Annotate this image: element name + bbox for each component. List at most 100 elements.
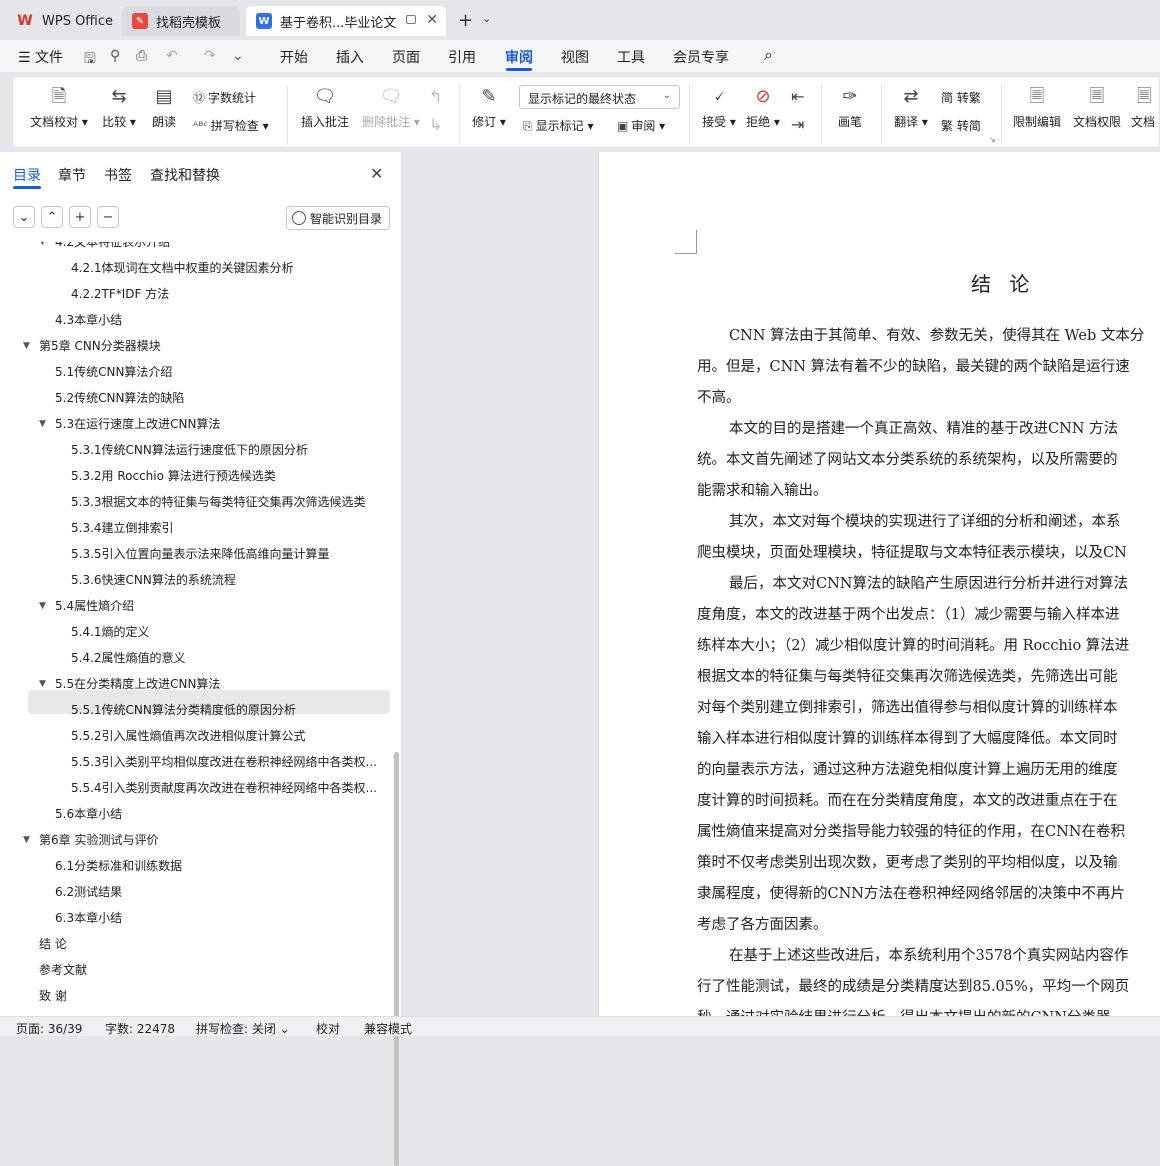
- expand-triangle-icon[interactable]: ▼: [39, 242, 46, 254]
- expand-all-button[interactable]: ⌄: [13, 206, 35, 228]
- tab-bookmarks[interactable]: 书签: [104, 165, 132, 185]
- menu-references[interactable]: 引用: [448, 47, 476, 67]
- to-traditional-button[interactable]: 简 转繁: [941, 89, 981, 106]
- print-preview-icon[interactable]: ⎙: [136, 48, 147, 64]
- show-markup-button[interactable]: ⎘ 显示标记 ▾: [523, 117, 593, 134]
- next-change-icon[interactable]: ⇥: [791, 115, 804, 134]
- toc-item[interactable]: 5.5.4引入类别贡献度再次改进在卷积神经网络中各类权...: [71, 776, 386, 800]
- toc-item[interactable]: 5.3.4建立倒排索引: [71, 516, 386, 540]
- delete-comment-button[interactable]: 🗨 删除批注 ▾: [359, 85, 423, 130]
- close-icon[interactable]: ✕: [370, 164, 383, 183]
- menu-review[interactable]: 审阅: [505, 47, 533, 67]
- tab-chapters[interactable]: 章节: [58, 165, 86, 185]
- toc-item[interactable]: 5.5.3引入类别平均相似度改进在卷积神经网络中各类权...: [71, 750, 386, 774]
- toc-item[interactable]: ▼ 第5章 CNN分类器模块: [23, 334, 386, 358]
- toc-item[interactable]: 6.2测试结果: [55, 880, 386, 904]
- new-tab-icon[interactable]: +: [458, 10, 473, 31]
- toc-item[interactable]: 6.3本章小结: [55, 906, 386, 930]
- toc-item[interactable]: 6.1分类标准和训练数据: [55, 854, 386, 878]
- toc-item[interactable]: ▼ 5.5在分类精度上改进CNN算法: [39, 672, 386, 696]
- menu-file[interactable]: ☰ 文件: [18, 47, 63, 67]
- word-count-button[interactable]: ⑫ 字数统计: [193, 89, 256, 106]
- document-page[interactable]: 结 论 CNN 算法由于其简单、有效、参数无关，使得其在 Web 文本分 用。但是…: [598, 152, 1160, 1016]
- toc-item[interactable]: 5.3.6快速CNN算法的系统流程: [71, 568, 386, 592]
- markup-state-select[interactable]: 显示标记的最终状态 ⌄: [519, 85, 680, 109]
- review-pane-button[interactable]: ▣ 审阅 ▾: [617, 117, 665, 134]
- word-count-indicator[interactable]: 字数: 22478: [105, 1020, 175, 1037]
- toc-item[interactable]: 4.3本章小结: [55, 308, 386, 332]
- doc-permission-button[interactable]: 🗏 文档权限: [1071, 85, 1123, 130]
- menu-page[interactable]: 页面: [392, 47, 420, 67]
- toc-item[interactable]: 5.3.5引入位置向量表示法来降低高维向量计算量: [71, 542, 386, 566]
- proof-status[interactable]: 校对: [316, 1020, 340, 1037]
- toc-item[interactable]: 5.5.1传统CNN算法分类精度低的原因分析: [71, 698, 386, 722]
- save-icon[interactable]: 🖫: [84, 48, 96, 72]
- remove-heading-button[interactable]: −: [97, 206, 119, 228]
- toc-item[interactable]: ▼ 4.2文本特征表示介绍: [39, 242, 386, 254]
- tab-find-replace[interactable]: 查找和替换: [150, 165, 220, 185]
- add-heading-button[interactable]: +: [69, 206, 91, 228]
- doc-check-button[interactable]: 🗎 文档校对 ▾: [29, 85, 89, 130]
- toc-item[interactable]: 5.3.2用 Rocchio 算法进行预选候选类: [71, 464, 386, 488]
- toc-item[interactable]: 4.2.2TF*IDF 方法: [71, 282, 386, 306]
- spell-check-button[interactable]: ᴬᴮᶜ 拼写检查 ▾: [193, 117, 269, 134]
- toc-item[interactable]: ▼ 5.3在运行速度上改进CNN算法: [39, 412, 386, 436]
- redo-icon[interactable]: ↷: [204, 48, 216, 64]
- translate-button[interactable]: ⇄ 翻译 ▾: [891, 85, 931, 130]
- smart-toc-button[interactable]: 智能识别目录: [286, 206, 390, 230]
- page-indicator[interactable]: 页面: 36/39: [16, 1020, 82, 1037]
- expand-icon[interactable]: ↘: [989, 135, 996, 144]
- menu-view[interactable]: 视图: [561, 47, 589, 67]
- previous-comment-icon[interactable]: ↰: [429, 87, 442, 106]
- toc-item[interactable]: 4.2.1体现词在文档中权重的关键因素分析: [71, 256, 386, 280]
- to-simplified-button[interactable]: 繁 转简: [941, 117, 981, 134]
- spell-check-status[interactable]: 拼写检查: 关闭 ⌄: [196, 1020, 290, 1037]
- menu-home[interactable]: 开始: [280, 47, 308, 67]
- expand-triangle-icon[interactable]: ▼: [23, 828, 30, 852]
- read-aloud-button[interactable]: ▤ 朗读: [147, 85, 181, 130]
- toc-item[interactable]: ▼ 5.4属性熵介绍: [39, 594, 386, 618]
- toc-item[interactable]: 5.4.1熵的定义: [71, 620, 386, 644]
- expand-triangle-icon[interactable]: ▼: [39, 594, 46, 618]
- toc-item[interactable]: 5.3.1传统CNN算法运行速度低下的原因分析: [71, 438, 386, 462]
- collapse-button[interactable]: ⌃: [41, 206, 63, 228]
- toc-item[interactable]: 参考文献: [39, 958, 386, 982]
- tab-wps-office[interactable]: W WPS Office: [6, 6, 116, 36]
- compare-button[interactable]: ⇆ 比较 ▾: [99, 85, 139, 130]
- toc-item[interactable]: 致 谢: [39, 984, 386, 1008]
- link-icon[interactable]: ⚲: [110, 48, 120, 64]
- expand-triangle-icon[interactable]: ▼: [23, 334, 30, 358]
- undo-icon[interactable]: ↶: [166, 48, 178, 64]
- insert-comment-button[interactable]: 🗨 插入批注: [299, 85, 351, 130]
- close-tab-icon[interactable]: ✕: [426, 12, 438, 28]
- menu-member[interactable]: 会员专享: [673, 47, 729, 67]
- pen-button[interactable]: ✑ 画笔: [833, 85, 867, 130]
- chevron-down-icon[interactable]: ⌄: [482, 12, 491, 25]
- chevron-down-icon[interactable]: ⌄: [232, 48, 244, 64]
- tab-toc[interactable]: 目录: [13, 165, 41, 185]
- menu-tools[interactable]: 工具: [617, 47, 645, 67]
- scrollbar[interactable]: [394, 752, 399, 1166]
- next-comment-icon[interactable]: ↳: [429, 115, 442, 134]
- search-icon[interactable]: ⌕: [764, 45, 773, 65]
- expand-triangle-icon[interactable]: ▼: [39, 672, 46, 696]
- previous-change-icon[interactable]: ⇤: [791, 87, 804, 106]
- tab-document[interactable]: W 基于卷积...毕业论文 ✕: [246, 6, 446, 36]
- reject-button[interactable]: ⊘ 拒绝 ▾: [743, 85, 783, 130]
- toc-item[interactable]: 5.6本章小结: [55, 802, 386, 826]
- restrict-edit-button[interactable]: 🗏 限制编辑: [1011, 85, 1063, 130]
- expand-triangle-icon[interactable]: ▼: [39, 412, 46, 436]
- menu-insert[interactable]: 插入: [336, 47, 364, 67]
- toc-item[interactable]: 5.5.2引入属性熵值再次改进相似度计算公式: [71, 724, 386, 748]
- revise-button[interactable]: ✎ 修订 ▾: [469, 85, 509, 130]
- tab-template[interactable]: ✎ 找稻壳模板: [122, 6, 240, 36]
- window-icon[interactable]: [406, 15, 416, 24]
- accept-button[interactable]: 🗸 接受 ▾: [699, 85, 739, 130]
- toc-item[interactable]: 5.3.3根据文本的特征集与每类特征交集再次筛选候选类: [71, 490, 386, 514]
- toc-item[interactable]: 5.4.2属性熵值的意义: [71, 646, 386, 670]
- doc-more-button[interactable]: 🗏 文档: [1131, 85, 1160, 130]
- toc-item[interactable]: 结 论: [39, 932, 386, 956]
- toc-item[interactable]: 5.2传统CNN算法的缺陷: [55, 386, 386, 410]
- toc-item[interactable]: 5.1传统CNN算法介绍: [55, 360, 386, 384]
- toc-item[interactable]: ▼ 第6章 实验测试与评价: [23, 828, 386, 852]
